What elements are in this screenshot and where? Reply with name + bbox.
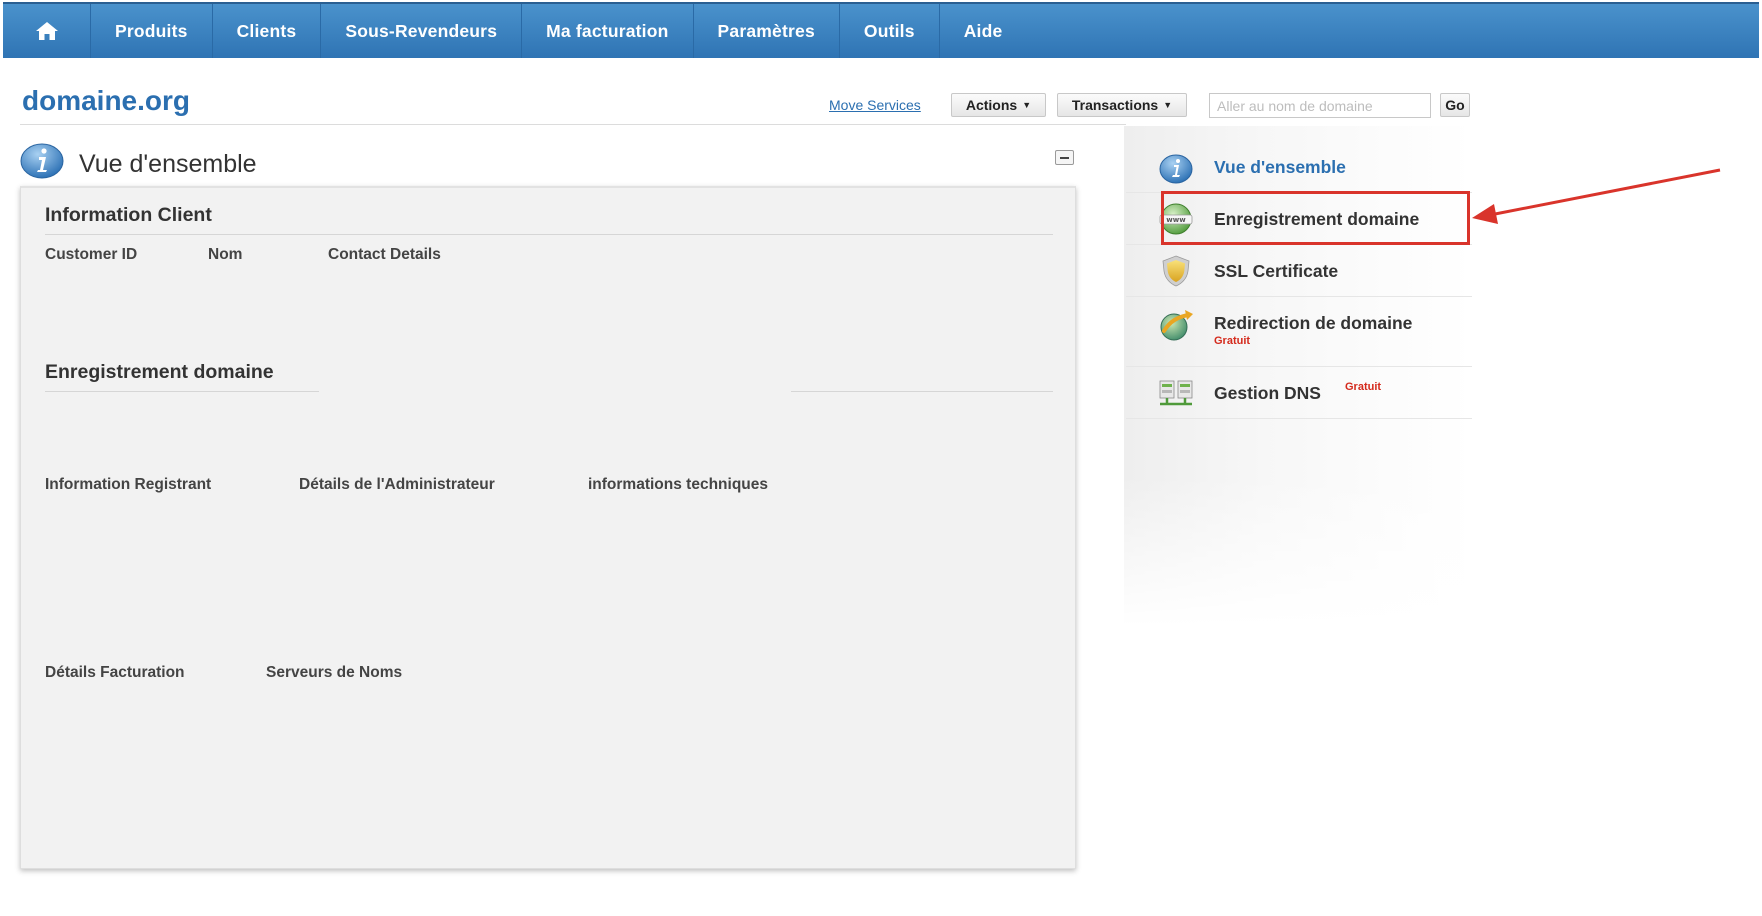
- client-section-divider: [45, 234, 1053, 235]
- sidebar-item-label: Redirection de domaine: [1214, 313, 1413, 333]
- domain-section-divider-right: [791, 391, 1053, 392]
- nav-clients[interactable]: Clients: [213, 4, 322, 58]
- go-button[interactable]: Go: [1440, 93, 1470, 117]
- free-badge: Gratuit: [1214, 335, 1251, 347]
- svg-text:www: www: [1166, 216, 1186, 224]
- info-icon: [20, 143, 64, 179]
- domain-section-divider: [45, 391, 319, 392]
- billing-details-label: Détails Facturation: [45, 664, 185, 681]
- transactions-label: Transactions: [1071, 97, 1159, 113]
- overview-title: Vue d'ensemble: [79, 150, 257, 178]
- sidebar-item-overview[interactable]: Vue d'ensemble: [1126, 141, 1472, 193]
- sidebar-item-dns-management[interactable]: Gestion DNS Gratuit: [1126, 367, 1472, 419]
- redirect-globe-icon: [1160, 310, 1193, 341]
- name-servers-label: Serveurs de Noms: [266, 664, 403, 681]
- actions-dropdown-button[interactable]: Actions ▼: [951, 93, 1046, 117]
- nav-home-button[interactable]: [3, 4, 91, 58]
- sidebar-item-label: Vue d'ensemble: [1214, 157, 1346, 177]
- overview-header: Vue d'ensemble: [20, 140, 1080, 186]
- client-section-title: Information Client: [45, 204, 212, 226]
- customer-id-label: Customer ID: [45, 246, 138, 263]
- page-title: domaine.org: [22, 85, 191, 116]
- info-icon: [1159, 154, 1193, 184]
- nom-label: Nom: [208, 246, 243, 263]
- arrow-annotation-icon: [1472, 168, 1721, 224]
- registrant-label: Information Registrant: [45, 476, 212, 493]
- caret-down-icon: ▼: [1163, 100, 1173, 110]
- dns-servers-icon: [1159, 380, 1193, 406]
- nav-parametres[interactable]: Paramètres: [694, 4, 840, 58]
- shield-icon: [1162, 255, 1190, 287]
- sidebar-item-domain-redirection[interactable]: Redirection de domaine Gratuit: [1126, 297, 1472, 367]
- technical-info-label: informations techniques: [588, 476, 768, 493]
- transactions-dropdown-button[interactable]: Transactions ▼: [1057, 93, 1187, 117]
- header-divider: [20, 124, 1126, 125]
- admin-details-label: Détails de l'Administrateur: [299, 476, 495, 493]
- nav-produits[interactable]: Produits: [91, 4, 213, 58]
- www-globe-icon: www: [1159, 203, 1193, 235]
- move-services-link[interactable]: Move Services: [829, 97, 921, 113]
- sidebar-item-label: Enregistrement domaine: [1214, 209, 1420, 229]
- sidebar-item-label: Gestion DNS: [1214, 383, 1321, 403]
- sidebar-item-label: SSL Certificate: [1214, 261, 1339, 281]
- domain-search-input[interactable]: [1209, 93, 1431, 118]
- free-badge: Gratuit: [1345, 381, 1382, 393]
- nav-ma-facturation[interactable]: Ma facturation: [522, 4, 694, 58]
- overview-panel: Information Client Customer ID Nom Conta…: [20, 186, 1076, 869]
- collapse-button[interactable]: [1055, 150, 1074, 165]
- nav-aide[interactable]: Aide: [940, 4, 1027, 58]
- home-icon: [35, 22, 58, 40]
- actions-label: Actions: [965, 97, 1018, 113]
- sidebar-item-ssl-certificate[interactable]: SSL Certificate: [1126, 245, 1472, 297]
- main-navigation: Produits Clients Sous-Revendeurs Ma fact…: [3, 2, 1759, 58]
- nav-outils[interactable]: Outils: [840, 4, 940, 58]
- caret-down-icon: ▼: [1022, 100, 1032, 110]
- nav-sous-revendeurs[interactable]: Sous-Revendeurs: [321, 4, 523, 58]
- sidebar-item-domain-registration[interactable]: www Enregistrement domaine: [1126, 193, 1472, 245]
- contact-details-label: Contact Details: [328, 246, 441, 263]
- domain-section-title: Enregistrement domaine: [45, 361, 274, 383]
